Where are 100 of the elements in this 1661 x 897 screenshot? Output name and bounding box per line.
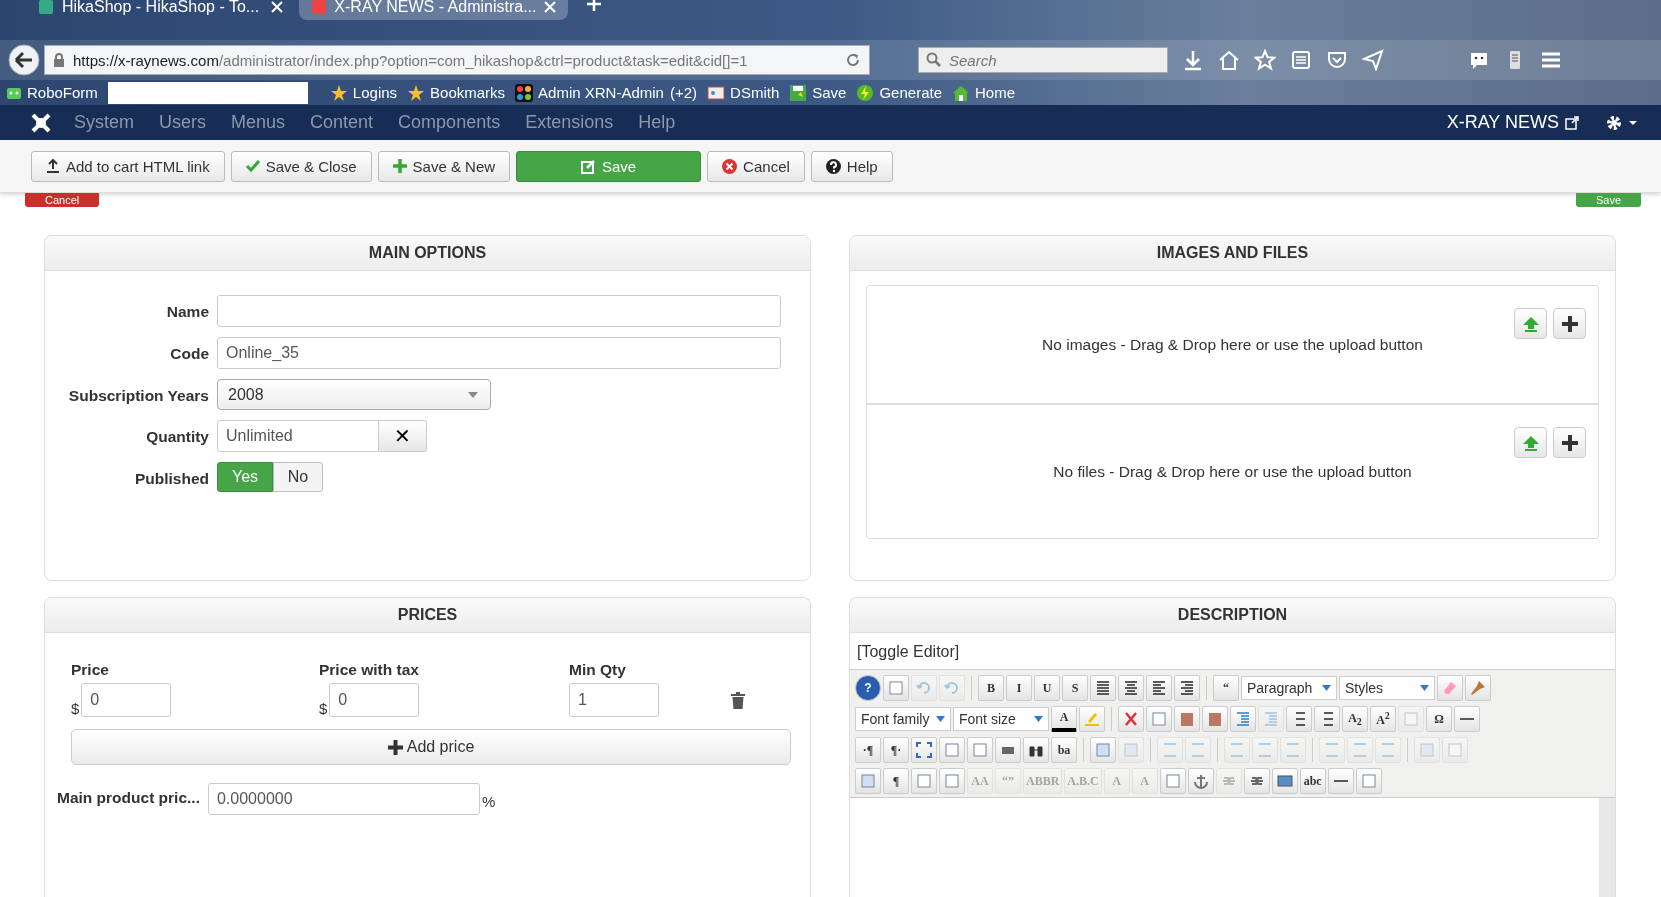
anchor-button[interactable]	[1187, 768, 1214, 794]
toolbar-button[interactable]: Save & Close	[230, 150, 372, 182]
printer-button[interactable]	[995, 737, 1021, 763]
upload-button[interactable]	[1514, 308, 1547, 339]
page-button[interactable]: Cancel	[25, 193, 100, 207]
joomla-logo-icon[interactable]	[30, 111, 52, 134]
toggle-option[interactable]: No	[273, 462, 323, 492]
add-price-button[interactable]: Add price	[71, 729, 791, 765]
price-field[interactable]: 0	[81, 683, 172, 717]
clipboard-button[interactable]	[1202, 706, 1228, 732]
menu-item[interactable]: Extensions	[525, 112, 614, 133]
format-button[interactable]: ?	[855, 675, 881, 701]
page-break-button[interactable]	[939, 768, 965, 794]
download-icon[interactable]	[1182, 49, 1204, 71]
toolbar-button[interactable]: Help	[810, 150, 893, 182]
site-link[interactable]: X-RAY NEWS	[1446, 112, 1559, 133]
back-icon[interactable]	[8, 44, 40, 76]
image-button[interactable]	[1271, 768, 1298, 794]
bookmark[interactable]: DSmith	[707, 84, 780, 101]
price-field[interactable]: 0	[329, 683, 420, 717]
format-button[interactable]: “	[1213, 675, 1239, 701]
format-button[interactable]: ¶·	[883, 737, 909, 763]
copy-button[interactable]	[1146, 706, 1172, 732]
editor-dropdown[interactable]: Font family	[855, 707, 951, 731]
toolbar-button[interactable]: Cancel	[707, 150, 805, 182]
clipboard-button[interactable]	[1174, 706, 1200, 732]
menu-item[interactable]: Components	[398, 112, 501, 133]
format-button[interactable]: U	[1034, 675, 1060, 701]
page-button[interactable]	[883, 675, 909, 701]
table-button[interactable]	[1090, 737, 1116, 763]
editor-dropdown[interactable]: Font size	[953, 707, 1049, 731]
new-tab-icon[interactable]	[586, 0, 602, 12]
format-button[interactable]: A$^{2}$	[1370, 706, 1396, 732]
toolbar-button[interactable]: Save & New	[377, 150, 511, 182]
format-button[interactable]: S	[1062, 675, 1088, 701]
reload-icon[interactable]	[845, 52, 861, 68]
quantity-field[interactable]: Unlimited	[217, 420, 379, 452]
editor-dropdown[interactable]: Paragraph	[1241, 676, 1337, 700]
close-icon[interactable]	[271, 1, 283, 13]
justify-button[interactable]	[1090, 675, 1116, 701]
browser-tab[interactable]: X-RAY NEWS - Administra...	[299, 0, 568, 20]
toolbar-button[interactable]: Add to cart HTML link	[31, 150, 225, 182]
eraser-button[interactable]	[1437, 675, 1463, 701]
reading-list-icon[interactable]	[1290, 49, 1312, 71]
bookmark[interactable]: Home	[952, 83, 1015, 102]
form-button[interactable]	[1159, 768, 1186, 794]
preview-button[interactable]	[911, 768, 937, 794]
year-dropdown[interactable]: 2008	[217, 379, 491, 410]
format-button[interactable]: ·¶	[855, 737, 881, 763]
brush-button[interactable]	[1465, 675, 1491, 701]
star-icon[interactable]	[1254, 49, 1276, 71]
add-button[interactable]	[1553, 427, 1586, 458]
format-button[interactable]: ¶	[883, 768, 909, 794]
pocket-icon[interactable]	[1326, 49, 1348, 71]
menu-item[interactable]: Users	[159, 112, 207, 133]
format-button[interactable]: Ω	[1426, 706, 1452, 732]
bookmark[interactable]: Save	[789, 83, 847, 102]
bookmark[interactable]: Generate	[856, 83, 942, 102]
scissors-button[interactable]	[1118, 706, 1144, 732]
format-button[interactable]: B	[978, 675, 1004, 701]
format-button[interactable]: A	[1051, 706, 1077, 732]
indent-button[interactable]	[1230, 706, 1256, 732]
menu-item[interactable]: System	[74, 112, 134, 133]
settings-icon[interactable]	[1605, 113, 1639, 132]
main-price-field[interactable]: 0.0000000	[207, 783, 480, 815]
format-button[interactable]: I	[1006, 675, 1032, 701]
upload-button[interactable]	[1514, 427, 1547, 458]
binoculars-button[interactable]	[1023, 737, 1049, 763]
home-icon[interactable]	[1218, 49, 1240, 71]
bookmark[interactable]: Logins	[329, 83, 398, 102]
add-button[interactable]	[1553, 308, 1586, 339]
address-bar[interactable]: https://x-raynews.com/administrator/index.php?option=com_hikashop&ctrl=product&task=edit&cid[]=1	[44, 45, 870, 75]
link-button[interactable]	[1243, 768, 1270, 794]
bullet-list-button[interactable]	[1314, 706, 1340, 732]
toggle-editor-link[interactable]: [Toggle Editor]	[850, 633, 967, 669]
quantity-field[interactable]: 1	[569, 683, 659, 717]
format-button[interactable]: ba	[1051, 737, 1077, 763]
menu-item[interactable]: Content	[310, 112, 374, 133]
bookmark[interactable]: Bookmarks	[407, 83, 506, 102]
fullscreen-button[interactable]	[911, 737, 937, 763]
format-button[interactable]: abc	[1299, 768, 1326, 794]
align-left-button[interactable]	[1146, 675, 1172, 701]
close-icon[interactable]	[544, 1, 556, 13]
bookmark[interactable]: Admin XRN-Admin	[515, 83, 664, 102]
send-icon[interactable]	[1362, 49, 1384, 71]
numbered-list-button[interactable]	[1286, 706, 1312, 732]
code-field[interactable]: Online_35	[217, 337, 781, 369]
align-center-button[interactable]	[1118, 675, 1144, 701]
horizontal-rule-button[interactable]	[1327, 768, 1354, 794]
menu-item[interactable]: Help	[638, 112, 676, 133]
align-right-button[interactable]	[1174, 675, 1200, 701]
format-button[interactable]: A$_{2}$	[1342, 706, 1368, 732]
horizontal-rule-button[interactable]	[1454, 706, 1480, 732]
name-field[interactable]	[217, 295, 781, 327]
bookmark[interactable]: RoboForm	[6, 84, 98, 101]
browser-tab[interactable]: HikaShop - HikaShop - To...	[26, 0, 295, 20]
scrollbar[interactable]	[1599, 798, 1615, 897]
editor-dropdown[interactable]: Styles	[1339, 676, 1435, 700]
menu-item[interactable]: Menus	[231, 112, 286, 133]
search-field[interactable]	[107, 81, 308, 104]
